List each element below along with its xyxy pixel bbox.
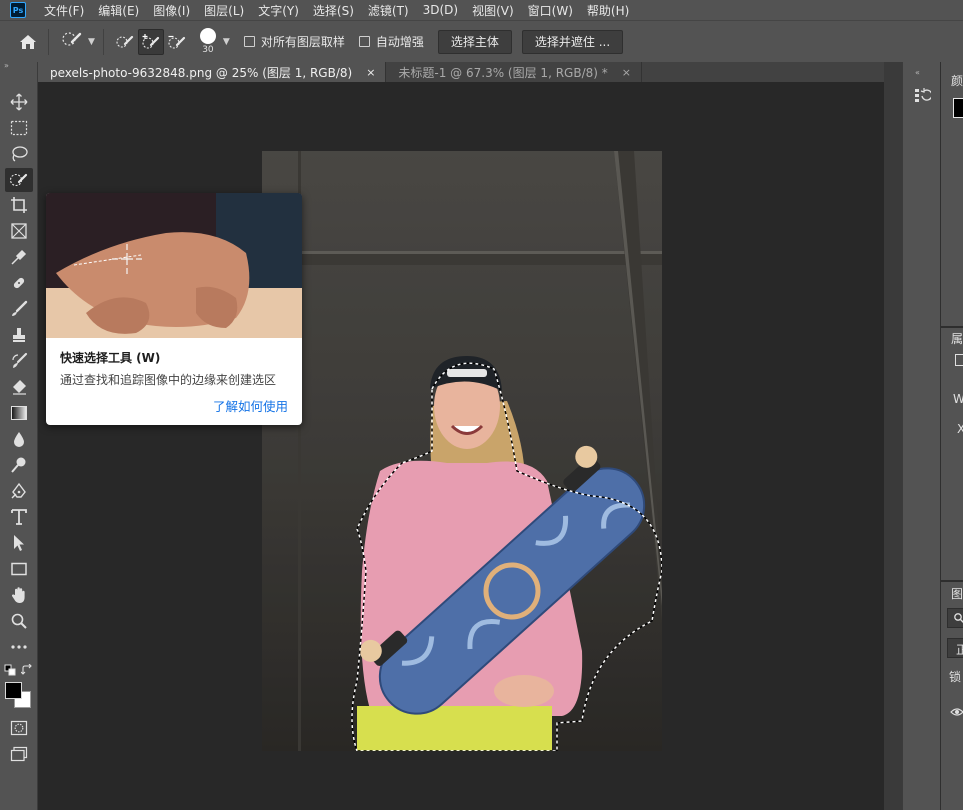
- tools-panel: »: [0, 62, 38, 810]
- panel-collapse-icon[interactable]: »: [0, 62, 37, 72]
- canvas-scrollbar[interactable]: [884, 62, 902, 810]
- menu-type[interactable]: 文字(Y): [258, 2, 299, 19]
- brush-size-picker[interactable]: 30: [196, 25, 220, 59]
- eyedropper-tool-icon[interactable]: [5, 245, 33, 269]
- close-icon[interactable]: ×: [366, 66, 375, 79]
- separator: [102, 28, 104, 55]
- chevron-down-icon: ▼: [88, 36, 95, 47]
- menu-layer[interactable]: 图层(L): [204, 2, 244, 19]
- eraser-tool-icon[interactable]: [5, 375, 33, 399]
- add-to-selection-button[interactable]: [137, 28, 164, 55]
- menu-window[interactable]: 窗口(W): [528, 2, 573, 19]
- layer-filter-search[interactable]: [947, 608, 963, 628]
- history-brush-tool-icon[interactable]: [5, 349, 33, 373]
- brush-tool-icon[interactable]: [5, 297, 33, 321]
- brush-preview-icon: [199, 28, 216, 44]
- tool-preset-picker[interactable]: ▼: [61, 30, 95, 53]
- tab-label: pexels-photo-9632848.png @ 25% (图层 1, RG…: [50, 65, 353, 80]
- collapsed-panels-strip: «: [902, 62, 940, 810]
- menu-edit[interactable]: 编辑(E): [98, 2, 139, 19]
- menu-3d[interactable]: 3D(D): [423, 3, 458, 17]
- photoshop-window: Ps 文件(F) 编辑(E) 图像(I) 图层(L) 文字(Y) 选择(S) 滤…: [0, 0, 963, 810]
- tool-tooltip-card: 快速选择工具 (W) 通过查找和追踪图像中的边缘来创建选区 了解如何使用: [46, 193, 302, 425]
- more-tools-icon[interactable]: [5, 635, 33, 659]
- panel-divider: [941, 326, 963, 328]
- new-selection-button[interactable]: [112, 29, 138, 55]
- blend-mode-dropdown[interactable]: 正: [947, 638, 963, 658]
- tab-label: 未标题-1 @ 67.3% (图层 1, RGB/8) *: [398, 65, 608, 80]
- sample-all-layers-checkbox[interactable]: [243, 36, 255, 47]
- color-panel-foreground-swatch[interactable]: [953, 98, 963, 118]
- menu-filter[interactable]: 滤镜(T): [368, 2, 409, 19]
- foreground-color-swatch[interactable]: [5, 682, 22, 699]
- canvas-area[interactable]: [38, 82, 884, 810]
- pixel-layer-icon: [955, 354, 963, 366]
- gradient-tool-icon[interactable]: [5, 401, 33, 425]
- close-icon[interactable]: ×: [622, 66, 631, 79]
- tooltip-title: 快速选择工具 (W): [60, 351, 161, 365]
- home-icon[interactable]: [16, 30, 40, 54]
- type-tool-icon[interactable]: [5, 505, 33, 529]
- auto-enhance-checkbox[interactable]: [358, 36, 370, 47]
- photo-illustration: [262, 151, 662, 751]
- photoshop-logo: Ps: [10, 2, 26, 18]
- panel-divider: [941, 580, 963, 582]
- clone-stamp-tool-icon[interactable]: [5, 323, 33, 347]
- crop-tool-icon[interactable]: [5, 193, 33, 217]
- document-image[interactable]: [262, 151, 662, 751]
- swap-colors-icon[interactable]: [20, 663, 33, 679]
- default-colors-icon[interactable]: [4, 664, 16, 679]
- marquee-tool-icon[interactable]: [5, 116, 33, 140]
- lasso-tool-icon[interactable]: [5, 142, 33, 166]
- zoom-tool-icon[interactable]: [5, 609, 33, 633]
- separator: [48, 28, 49, 55]
- select-subject-button[interactable]: 选择主体: [437, 29, 512, 54]
- tooltip-description: 通过查找和追踪图像中的边缘来创建选区: [60, 373, 277, 387]
- menu-file[interactable]: 文件(F): [44, 2, 84, 19]
- menu-bar: Ps 文件(F) 编辑(E) 图像(I) 图层(L) 文字(Y) 选择(S) 滤…: [0, 0, 963, 20]
- quick-mask-icon[interactable]: [5, 716, 33, 740]
- rectangle-tool-icon[interactable]: [5, 557, 33, 581]
- menu-select[interactable]: 选择(S): [313, 2, 354, 19]
- menu-image[interactable]: 图像(I): [153, 2, 190, 19]
- frame-tool-icon[interactable]: [5, 219, 33, 243]
- sample-all-layers-label: 对所有图层取样: [260, 35, 345, 49]
- document-tabs: pexels-photo-9632848.png @ 25% (图层 1, RG…: [38, 62, 902, 82]
- width-label: W: [953, 392, 963, 406]
- quick-selection-tool-icon[interactable]: [5, 168, 33, 192]
- tab-untitled-1[interactable]: 未标题-1 @ 67.3% (图层 1, RGB/8) * ×: [386, 62, 642, 82]
- select-and-mask-button[interactable]: 选择并遮住 ...: [521, 29, 624, 54]
- learn-how-link[interactable]: 了解如何使用: [213, 396, 288, 415]
- chevron-down-icon[interactable]: ▼: [223, 37, 230, 47]
- properties-panel-tab[interactable]: 属: [951, 330, 963, 347]
- move-tool-icon[interactable]: [5, 90, 33, 114]
- dodge-tool-icon[interactable]: [5, 453, 33, 477]
- tab-pexels-photo[interactable]: pexels-photo-9632848.png @ 25% (图层 1, RG…: [38, 62, 387, 82]
- x-label: X: [957, 422, 963, 436]
- color-panel-tab[interactable]: 颜: [951, 72, 963, 89]
- menu-view[interactable]: 视图(V): [472, 2, 514, 19]
- pen-tool-icon[interactable]: [5, 479, 33, 503]
- history-panel-icon[interactable]: [913, 86, 933, 107]
- panel-collapse-icon[interactable]: «: [915, 68, 920, 77]
- right-panels: 颜 属 W X 图 正 锁: [940, 62, 963, 810]
- eye-icon[interactable]: [950, 706, 963, 720]
- options-bar: ▼ 30 ▼ 对所有图层取样 自动增强 选择主体 选择并遮住 ...: [0, 20, 963, 62]
- brush-size-value: 30: [202, 45, 214, 55]
- auto-enhance-label: 自动增强: [375, 35, 424, 49]
- screen-mode-icon[interactable]: [5, 742, 33, 766]
- blur-tool-icon[interactable]: [5, 427, 33, 451]
- path-selection-tool-icon[interactable]: [5, 531, 33, 555]
- menu-help[interactable]: 帮助(H): [587, 2, 629, 19]
- lock-label: 锁: [949, 670, 962, 684]
- layers-panel-tab[interactable]: 图: [951, 585, 963, 602]
- healing-brush-tool-icon[interactable]: [5, 271, 33, 295]
- hand-tool-icon[interactable]: [5, 583, 33, 607]
- tooltip-preview-image: [46, 193, 302, 338]
- subtract-from-selection-button[interactable]: [164, 29, 190, 55]
- quick-selection-preset-icon: [61, 30, 83, 53]
- blend-mode-value: 正: [956, 641, 963, 658]
